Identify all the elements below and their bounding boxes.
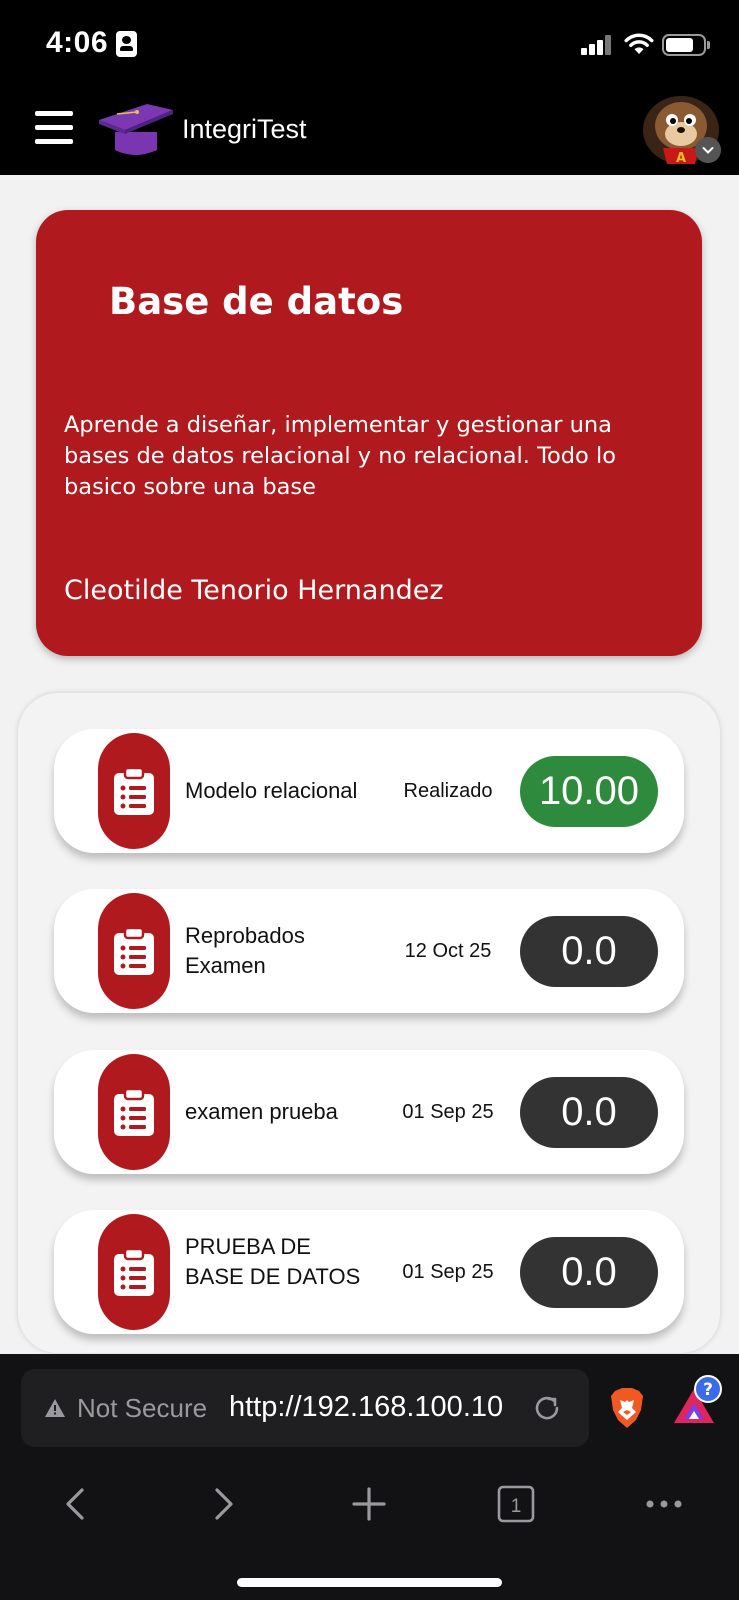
course-card: Base de datos Aprende a diseñar, impleme… xyxy=(36,210,702,656)
tabs-icon[interactable]: 1 xyxy=(496,1484,536,1524)
exam-item[interactable]: Reprobados Examen 12 Oct 25 0.0 xyxy=(54,889,684,1013)
security-label: Not Secure xyxy=(77,1393,208,1423)
forward-icon[interactable] xyxy=(203,1484,243,1524)
app-title: IntegriTest xyxy=(182,114,307,144)
battery-icon xyxy=(662,34,706,56)
graduation-cap-logo xyxy=(99,104,173,155)
browser-toolbar: Not Secure http://192.168.100.10 ? 1 xyxy=(0,1354,739,1600)
exam-score-badge: 0.0 xyxy=(520,1077,658,1148)
brave-shield-icon[interactable] xyxy=(610,1388,644,1428)
exam-date: 12 Oct 25 xyxy=(404,939,492,962)
exam-list: Modelo relacional Realizado 10.00 Reprob… xyxy=(18,693,720,1353)
exam-status: Realizado xyxy=(403,779,493,802)
exam-date: 01 Sep 25 xyxy=(402,1260,494,1283)
course-title: Base de datos xyxy=(109,280,404,323)
cellular-signal-icon xyxy=(581,35,613,55)
exam-date: 01 Sep 25 xyxy=(402,1100,494,1123)
reload-icon[interactable] xyxy=(531,1392,563,1424)
exam-item[interactable]: examen prueba 01 Sep 25 0.0 xyxy=(54,1050,684,1174)
menu-icon[interactable] xyxy=(35,111,73,145)
exam-item[interactable]: PRUEBA DE BASE DE DATOS 01 Sep 25 0.0 xyxy=(54,1210,684,1334)
exam-name: Reprobados Examen xyxy=(185,923,305,978)
address-bar[interactable]: Not Secure http://192.168.100.10 xyxy=(21,1369,589,1447)
battery-tip xyxy=(707,41,710,49)
clipboard-list-icon xyxy=(98,1214,170,1330)
warning-icon xyxy=(45,1399,65,1417)
svg-text:A: A xyxy=(676,151,686,164)
course-teacher: Cleotilde Tenorio Hernandez xyxy=(64,575,444,606)
app-navbar: IntegriTest A xyxy=(0,88,739,175)
chevron-down-icon[interactable] xyxy=(695,137,721,163)
clipboard-list-icon xyxy=(98,733,170,849)
exam-name: PRUEBA DE BASE DE DATOS xyxy=(185,1234,361,1289)
exam-item[interactable]: Modelo relacional Realizado 10.00 xyxy=(54,729,684,853)
home-indicator[interactable] xyxy=(237,1578,502,1587)
back-icon[interactable] xyxy=(58,1484,98,1524)
id-card-icon xyxy=(116,31,137,57)
exam-score-badge: 10.00 xyxy=(520,756,658,827)
rewards-badge: ? xyxy=(703,1380,713,1400)
clipboard-list-icon xyxy=(98,1054,170,1170)
rewards-icon[interactable]: ? xyxy=(672,1375,722,1425)
more-icon[interactable] xyxy=(644,1484,684,1524)
exam-score-badge: 0.0 xyxy=(520,916,658,987)
status-time: 4:06 xyxy=(46,26,109,59)
tab-count: 1 xyxy=(511,1496,522,1517)
status-bar: 4:06 xyxy=(0,0,739,88)
battery-fill xyxy=(666,38,693,52)
url-text: http://192.168.100.10 xyxy=(229,1391,504,1423)
exam-score-badge: 0.0 xyxy=(520,1237,658,1308)
wifi-icon xyxy=(624,33,654,54)
exam-name: Modelo relacional xyxy=(185,778,358,803)
course-description: Aprende a diseñar, implementar y gestion… xyxy=(64,412,616,500)
new-tab-icon[interactable] xyxy=(349,1484,389,1524)
clipboard-list-icon xyxy=(98,893,170,1009)
exam-name: examen prueba xyxy=(185,1099,338,1124)
